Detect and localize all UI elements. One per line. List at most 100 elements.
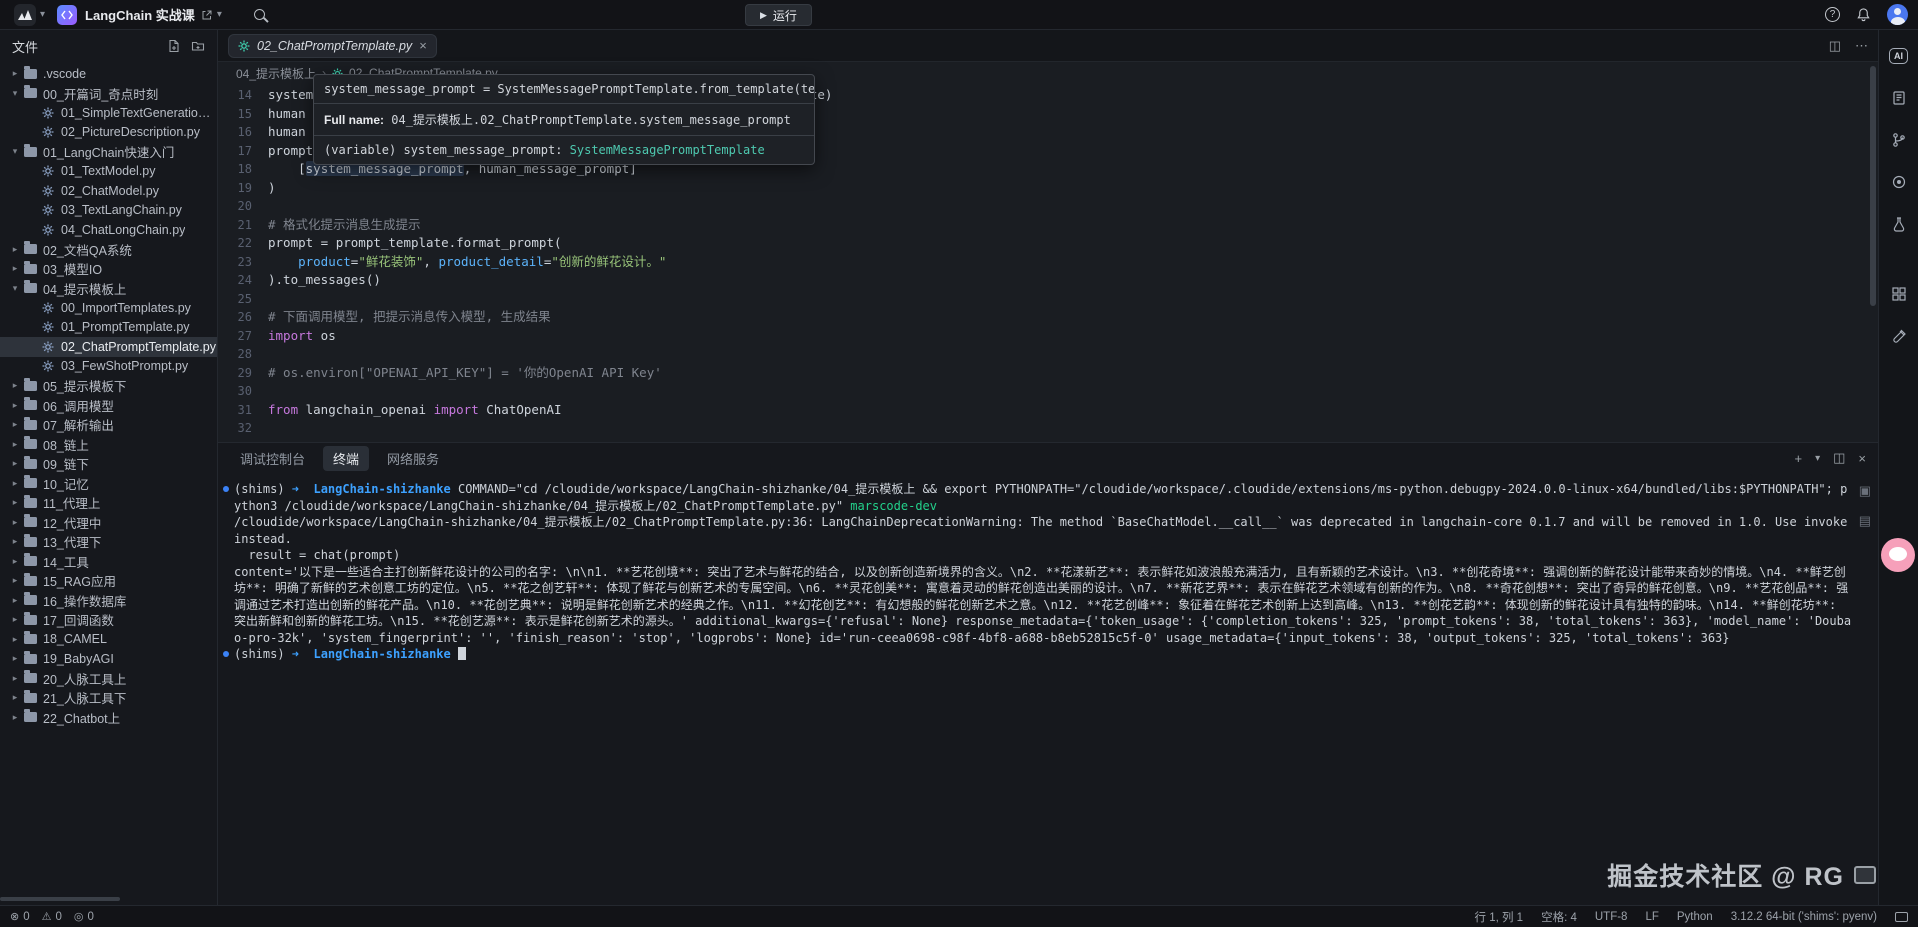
watermark-icon bbox=[1854, 866, 1876, 884]
tree-file-02_ChatPromptTemplate.py[interactable]: 02_ChatPromptTemplate.py bbox=[0, 337, 217, 357]
tree-file-04_ChatLongChain.py[interactable]: 04_ChatLongChain.py bbox=[0, 220, 217, 240]
tree-folder-16_操作数据库[interactable]: ▸16_操作数据库 bbox=[0, 591, 217, 611]
code-line: 30 bbox=[218, 382, 1878, 401]
flask-icon[interactable] bbox=[1887, 212, 1911, 236]
open-external-icon[interactable] bbox=[201, 9, 213, 21]
split-editor-icon[interactable]: ◫ bbox=[1829, 38, 1841, 54]
split-terminal-icon[interactable]: ◫ bbox=[1833, 450, 1845, 466]
user-avatar[interactable] bbox=[1887, 4, 1908, 25]
ai-assistant-icon[interactable]: AI bbox=[1889, 48, 1908, 64]
chevron-right-icon: ▸ bbox=[8, 536, 22, 547]
tree-folder-13_代理下[interactable]: ▸13_代理下 bbox=[0, 532, 217, 552]
new-terminal-icon[interactable]: + bbox=[1794, 451, 1802, 466]
editor-tab[interactable]: 02_ChatPromptTemplate.py × bbox=[228, 34, 437, 58]
panel-tab-调试控制台[interactable]: 调试控制台 bbox=[230, 446, 315, 471]
tree-folder-21_人脉工具下[interactable]: ▸21_人脉工具下 bbox=[0, 688, 217, 708]
hover-tooltip: system_message_prompt = SystemMessagePro… bbox=[313, 74, 815, 165]
file-explorer-sidebar: 文件 ▸.vscode▾00_开篇词_奇点时刻01_SimpleTextGene… bbox=[0, 30, 218, 905]
play-icon: ▶ bbox=[760, 10, 767, 21]
terminal-output[interactable]: (shims) ➜ LangChain-shizhanke COMMAND="c… bbox=[218, 473, 1878, 905]
panel-tab-网络服务[interactable]: 网络服务 bbox=[377, 446, 449, 471]
status-warning[interactable]: ⚠0 bbox=[42, 910, 62, 923]
target-icon[interactable] bbox=[1887, 170, 1911, 194]
status-item-3[interactable]: LF bbox=[1645, 911, 1658, 923]
editor-scrollbar[interactable] bbox=[1870, 66, 1876, 306]
chevron-down-icon[interactable]: ▾ bbox=[1815, 453, 1820, 464]
terminal-line: (shims) ➜ LangChain-shizhanke COMMAND="c… bbox=[234, 481, 1852, 514]
status-item-1[interactable]: 空格: 4 bbox=[1541, 909, 1577, 925]
line-number: 21 bbox=[218, 216, 252, 235]
tree-file-01_SimpleTextGeneration.py[interactable]: 01_SimpleTextGeneration.py bbox=[0, 103, 217, 123]
tree-item-label: 03_FewShotPrompt.py bbox=[61, 359, 188, 373]
help-icon[interactable]: ? bbox=[1825, 7, 1840, 22]
search-icon[interactable] bbox=[254, 9, 265, 20]
chevron-right-icon: ▸ bbox=[8, 653, 22, 664]
tree-folder-08_链上[interactable]: ▸08_链上 bbox=[0, 435, 217, 455]
remote-screen-icon[interactable] bbox=[1895, 912, 1908, 922]
tree-folder-.vscode[interactable]: ▸.vscode bbox=[0, 64, 217, 84]
tree-folder-15_RAG应用[interactable]: ▸15_RAG应用 bbox=[0, 571, 217, 591]
chevron-right-icon: ▸ bbox=[8, 419, 22, 430]
tree-file-02_ChatModel.py[interactable]: 02_ChatModel.py bbox=[0, 181, 217, 201]
chevron-right-icon: ▸ bbox=[8, 517, 22, 528]
status-item-0[interactable]: 行 1, 列 1 bbox=[1475, 909, 1524, 925]
breadcrumb-folder[interactable]: 04_提示模板上 bbox=[236, 65, 316, 82]
status-item-5[interactable]: 3.12.2 64-bit ('shims': pyenv) bbox=[1731, 911, 1877, 923]
extensions-grid-icon[interactable] bbox=[1887, 282, 1911, 306]
tooltip-fullname: Full name: 04_提示模板上.02_ChatPromptTemplat… bbox=[314, 104, 814, 136]
tree-file-01_TextModel.py[interactable]: 01_TextModel.py bbox=[0, 162, 217, 182]
status-item-4[interactable]: Python bbox=[1677, 911, 1713, 923]
tree-folder-06_调用模型[interactable]: ▸06_调用模型 bbox=[0, 396, 217, 416]
chevron-right-icon: ▸ bbox=[8, 478, 22, 489]
tree-folder-10_记忆[interactable]: ▸10_记忆 bbox=[0, 474, 217, 494]
new-folder-icon[interactable] bbox=[191, 39, 205, 53]
terminal-side-icon-2[interactable]: ▤ bbox=[1859, 513, 1871, 529]
tree-folder-19_BabyAGI[interactable]: ▸19_BabyAGI bbox=[0, 649, 217, 669]
tree-folder-03_模型IO[interactable]: ▸03_模型IO bbox=[0, 259, 217, 279]
tree-item-label: 22_Chatbot上 bbox=[43, 708, 120, 727]
sidebar-horizontal-scrollbar[interactable] bbox=[0, 897, 120, 901]
close-icon[interactable]: × bbox=[419, 38, 427, 53]
tree-folder-20_人脉工具上[interactable]: ▸20_人脉工具上 bbox=[0, 669, 217, 689]
tree-item-label: 17_回调函数 bbox=[43, 610, 114, 629]
tree-folder-12_代理中[interactable]: ▸12_代理中 bbox=[0, 513, 217, 533]
tree-folder-22_Chatbot上[interactable]: ▸22_Chatbot上 bbox=[0, 708, 217, 728]
tree-folder-00_开篇词_奇点时刻[interactable]: ▾00_开篇词_奇点时刻 bbox=[0, 84, 217, 104]
tree-file-00_ImportTemplates.py[interactable]: 00_ImportTemplates.py bbox=[0, 298, 217, 318]
tree-folder-11_代理上[interactable]: ▸11_代理上 bbox=[0, 493, 217, 513]
marscode-logo-icon[interactable] bbox=[14, 4, 36, 26]
tree-folder-01_LangChain快速入门[interactable]: ▾01_LangChain快速入门 bbox=[0, 142, 217, 162]
tree-folder-17_回调函数[interactable]: ▸17_回调函数 bbox=[0, 610, 217, 630]
status-info[interactable]: ◎0 bbox=[74, 910, 94, 923]
more-actions-icon[interactable]: ⋯ bbox=[1855, 38, 1868, 54]
tree-file-03_FewShotPrompt.py[interactable]: 03_FewShotPrompt.py bbox=[0, 357, 217, 377]
tree-folder-04_提示模板上[interactable]: ▾04_提示模板上 bbox=[0, 279, 217, 299]
chevron-down-icon[interactable]: ▾ bbox=[217, 9, 222, 20]
folder-icon bbox=[24, 576, 37, 586]
bell-icon[interactable] bbox=[1856, 7, 1871, 22]
juejin-float-button[interactable] bbox=[1881, 538, 1915, 572]
course-icon bbox=[57, 5, 77, 25]
tree-item-label: 06_调用模型 bbox=[43, 396, 114, 415]
docs-icon[interactable] bbox=[1887, 86, 1911, 110]
new-file-icon[interactable] bbox=[167, 39, 181, 53]
status-error[interactable]: ⊗0 bbox=[10, 910, 30, 923]
status-item-2[interactable]: UTF-8 bbox=[1595, 911, 1628, 923]
terminal-side-icon-1[interactable]: ▣ bbox=[1859, 483, 1871, 499]
test-tube-icon[interactable] bbox=[1887, 324, 1911, 348]
tree-folder-09_链下[interactable]: ▸09_链下 bbox=[0, 454, 217, 474]
tree-folder-02_文档QA系统[interactable]: ▸02_文档QA系统 bbox=[0, 240, 217, 260]
tree-folder-05_提示模板下[interactable]: ▸05_提示模板下 bbox=[0, 376, 217, 396]
tree-folder-18_CAMEL[interactable]: ▸18_CAMEL bbox=[0, 630, 217, 650]
panel-tab-终端[interactable]: 终端 bbox=[323, 446, 369, 471]
tree-file-02_PictureDescription.py[interactable]: 02_PictureDescription.py bbox=[0, 123, 217, 143]
tree-folder-07_解析输出[interactable]: ▸07_解析输出 bbox=[0, 415, 217, 435]
chevron-down-icon[interactable]: ▾ bbox=[40, 9, 45, 20]
git-branch-icon[interactable] bbox=[1887, 128, 1911, 152]
tree-file-01_PromptTemplate.py[interactable]: 01_PromptTemplate.py bbox=[0, 318, 217, 338]
close-panel-icon[interactable]: × bbox=[1858, 451, 1866, 466]
tree-folder-14_工具[interactable]: ▸14_工具 bbox=[0, 552, 217, 572]
run-button[interactable]: ▶ 运行 bbox=[745, 4, 812, 26]
tree-item-label: 02_PictureDescription.py bbox=[61, 125, 200, 139]
tree-file-03_TextLangChain.py[interactable]: 03_TextLangChain.py bbox=[0, 201, 217, 221]
